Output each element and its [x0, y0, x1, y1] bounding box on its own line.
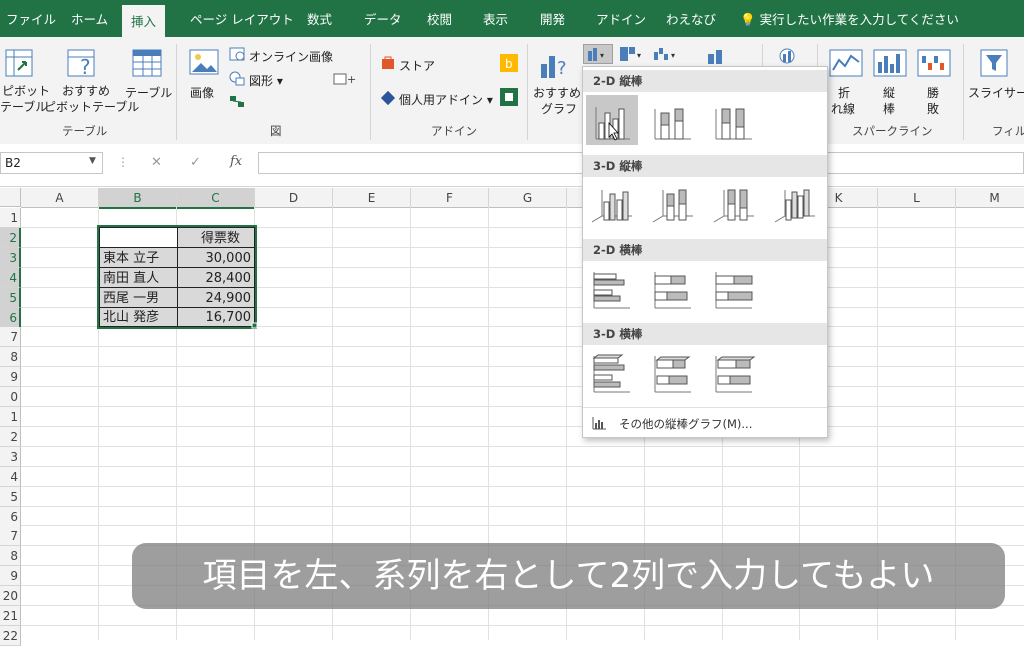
votes-cell[interactable]: 30,000	[178, 248, 254, 268]
section-2d-bar: 2-D 横棒	[583, 239, 827, 261]
votes-cell[interactable]: 16,700	[178, 307, 254, 327]
100-stacked-bar-chart-option[interactable]	[708, 264, 760, 314]
clustered-column-chart-option[interactable]	[586, 95, 638, 145]
3d-100-stacked-column-chart-option[interactable]	[708, 180, 760, 230]
more-column-charts-item[interactable]: その他の縦棒グラフ(M)...	[589, 413, 821, 433]
header-votes-cell[interactable]: 得票数	[178, 228, 254, 248]
column-chart-gallery: 2-D 縦棒 3-D 縦棒 2-D 横棒 3-D 横棒 その他の縦棒グラフ(M)…	[582, 66, 828, 438]
3d-100-stacked-bar-chart-option[interactable]	[708, 348, 760, 398]
stacked-column-chart-option[interactable]	[647, 95, 699, 145]
3d-stacked-bar-chart-option[interactable]	[647, 348, 699, 398]
name-cell[interactable]: 南田 直人	[100, 268, 177, 288]
section-3d-column: 3-D 縦棒	[583, 155, 827, 177]
3d-stacked-column-chart-option[interactable]	[647, 180, 699, 230]
name-cell[interactable]: 東本 立子	[100, 248, 177, 268]
column-chart-small-icon	[592, 417, 606, 430]
3d-clustered-bar-chart-option[interactable]	[586, 348, 638, 398]
votes-cell[interactable]: 24,900	[178, 288, 254, 308]
3d-column-chart-option[interactable]	[769, 180, 821, 230]
more-column-charts-label: その他の縦棒グラフ(M)...	[619, 417, 753, 431]
section-3d-bar: 3-D 横棒	[583, 323, 827, 345]
menu-divider	[583, 407, 827, 408]
votes-cell[interactable]: 28,400	[178, 268, 254, 288]
clustered-bar-chart-option[interactable]	[586, 264, 638, 314]
name-cell[interactable]: 北山 発彦	[100, 307, 177, 327]
stacked-bar-chart-option[interactable]	[647, 264, 699, 314]
name-cell[interactable]: 西尾 一男	[100, 288, 177, 308]
video-subtitle: 項目を左、系列を右として2列で入力してもよい	[132, 543, 1005, 609]
section-2d-column: 2-D 縦棒	[583, 70, 827, 92]
3d-clustered-column-chart-option[interactable]	[586, 180, 638, 230]
100-stacked-column-chart-option[interactable]	[708, 95, 760, 145]
